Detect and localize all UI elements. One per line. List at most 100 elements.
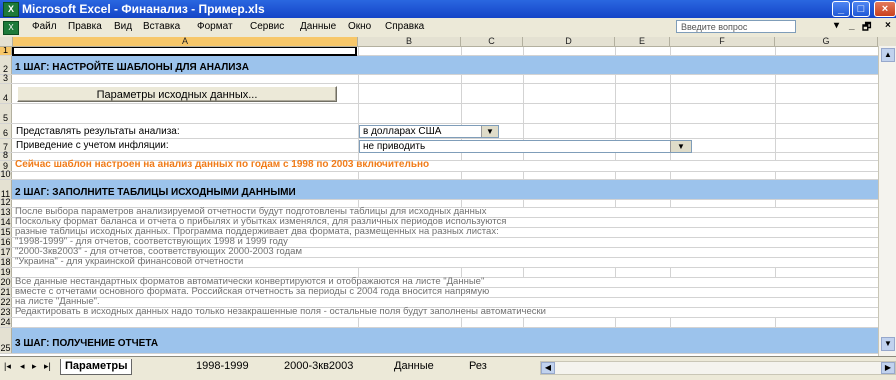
inflation-select[interactable]: не приводить ▼ bbox=[359, 140, 692, 153]
doc-restore-button[interactable]: 🗗 bbox=[862, 20, 871, 37]
row-header[interactable]: 16 bbox=[0, 238, 12, 247]
scroll-right-icon[interactable]: ▶ bbox=[881, 362, 895, 374]
row-header[interactable]: 5 bbox=[0, 104, 12, 123]
template-status-text: Сейчас шаблон настроен на анализ данных … bbox=[15, 159, 430, 170]
tab-data[interactable]: Данные bbox=[390, 359, 438, 374]
menu-insert[interactable]: Вставка bbox=[143, 21, 180, 32]
sheet-row[interactable]: 4 Параметры исходных данных... bbox=[0, 84, 878, 104]
column-header-e[interactable]: E bbox=[615, 37, 670, 46]
row-header[interactable]: 4 bbox=[0, 84, 12, 103]
tab-2000-3q2003[interactable]: 2000-3кв2003 bbox=[280, 359, 357, 374]
menu-bar: X Файл Правка Вид Вставка Формат Сервис … bbox=[0, 18, 896, 38]
menu-data[interactable]: Данные bbox=[300, 21, 336, 32]
row-header[interactable]: 17 bbox=[0, 248, 12, 257]
section-header-row: 25 3 ШАГ: ПОЛУЧЕНИЕ ОТЧЕТА bbox=[0, 328, 878, 354]
excel-app-icon[interactable]: X bbox=[3, 2, 19, 17]
select-all-corner[interactable] bbox=[0, 37, 13, 46]
step2-heading: 2 ШАГ: ЗАПОЛНИТЕ ТАБЛИЦЫ ИСХОДНЫМИ ДАННЫ… bbox=[15, 187, 296, 198]
sheet-tab-bar: |◂ ◂ ▸ ▸| Параметры 1998-1999 2000-3кв20… bbox=[0, 356, 896, 380]
prev-sheet-icon[interactable]: ◂ bbox=[20, 361, 25, 372]
sheet-row[interactable]: 9 Сейчас шаблон настроен на анализ данны… bbox=[0, 159, 878, 172]
menu-help[interactable]: Справка bbox=[385, 21, 424, 32]
info-text: Редактировать в исходных данных надо тол… bbox=[15, 306, 546, 317]
column-headers: A B C D E F G bbox=[0, 37, 896, 47]
menu-view[interactable]: Вид bbox=[114, 21, 132, 32]
close-button[interactable]: × bbox=[874, 1, 896, 17]
title-bar: X Microsoft Excel - Финанализ - Пример.x… bbox=[0, 0, 896, 18]
currency-select-value: в долларах США bbox=[363, 126, 442, 137]
row-header[interactable]: 2 bbox=[0, 56, 12, 74]
next-sheet-icon[interactable]: ▸ bbox=[32, 361, 37, 372]
tab-parameters[interactable]: Параметры bbox=[60, 359, 133, 375]
sheet-row[interactable]: 23 Редактировать в исходных данных надо … bbox=[0, 306, 878, 318]
minimize-button[interactable]: _ bbox=[832, 1, 850, 17]
section-header-row: 11 2 ШАГ: ЗАПОЛНИТЕ ТАБЛИЦЫ ИСХОДНЫМИ ДА… bbox=[0, 180, 878, 200]
column-header-b[interactable]: B bbox=[358, 37, 461, 46]
vertical-scrollbar[interactable]: ▲ ▼ bbox=[878, 46, 896, 356]
last-sheet-icon[interactable]: ▸| bbox=[44, 361, 51, 372]
row-header[interactable]: 12 bbox=[0, 198, 12, 207]
scroll-down-icon[interactable]: ▼ bbox=[881, 337, 895, 351]
row-header[interactable]: 23 bbox=[0, 308, 12, 317]
inflation-select-value: не приводить bbox=[363, 141, 426, 152]
result-currency-label: Представлять результаты анализа: bbox=[16, 126, 180, 137]
menu-format[interactable]: Формат bbox=[197, 21, 233, 32]
horizontal-scrollbar[interactable]: ◀ ▶ bbox=[540, 361, 896, 375]
row-header[interactable]: 22 bbox=[0, 298, 12, 307]
chevron-down-icon[interactable]: ▼ bbox=[481, 126, 498, 137]
tab-results[interactable]: Рез bbox=[465, 359, 491, 374]
sheet-row[interactable]: 7 Приведение с учетом инфляции: не приво… bbox=[0, 139, 878, 153]
row-header[interactable]: 15 bbox=[0, 228, 12, 237]
menu-window[interactable]: Окно bbox=[348, 21, 371, 32]
sheet-row[interactable]: 24 bbox=[0, 318, 878, 328]
row-header[interactable]: 13 bbox=[0, 208, 12, 217]
menu-edit[interactable]: Правка bbox=[68, 21, 102, 32]
doc-close-button[interactable]: × bbox=[885, 20, 891, 31]
column-header-d[interactable]: D bbox=[523, 37, 615, 46]
chevron-down-icon[interactable]: ▼ bbox=[670, 141, 691, 152]
sheet-row[interactable]: 3 bbox=[0, 74, 878, 84]
section-header-row: 2 1 ШАГ: НАСТРОЙТЕ ШАБЛОНЫ ДЛЯ АНАЛИЗА bbox=[0, 56, 878, 75]
sheet-grid[interactable]: 1 2 1 ШАГ: НАСТРОЙТЕ ШАБЛОНЫ ДЛЯ АНАЛИЗА… bbox=[0, 47, 878, 354]
first-sheet-icon[interactable]: |◂ bbox=[4, 361, 11, 372]
tab-1998-1999[interactable]: 1998-1999 bbox=[192, 359, 253, 374]
menu-file[interactable]: Файл bbox=[32, 21, 57, 32]
ask-dropdown-icon[interactable]: ▾ bbox=[834, 20, 839, 31]
inflation-label: Приведение с учетом инфляции: bbox=[16, 140, 169, 151]
sheet-row[interactable]: 18 "Украина" - для украинской финансовой… bbox=[0, 256, 878, 268]
sheet-row[interactable]: 5 bbox=[0, 104, 878, 124]
row-header[interactable]: 25 bbox=[0, 328, 12, 353]
info-text: "Украина" - для украинской финансовой от… bbox=[15, 256, 244, 267]
row-header[interactable]: 24 bbox=[0, 318, 12, 327]
row-header[interactable]: 14 bbox=[0, 218, 12, 227]
step3-heading: 3 ШАГ: ПОЛУЧЕНИЕ ОТЧЕТА bbox=[15, 338, 159, 349]
column-header-g[interactable]: G bbox=[775, 37, 878, 46]
row-header[interactable]: 6 bbox=[0, 124, 12, 138]
row-header[interactable]: 3 bbox=[0, 74, 12, 83]
row-header[interactable]: 19 bbox=[0, 268, 12, 277]
doc-minimize-button[interactable]: _ bbox=[849, 20, 855, 31]
row-header[interactable]: 10 bbox=[0, 170, 12, 179]
scroll-up-icon[interactable]: ▲ bbox=[881, 48, 895, 62]
sheet-row[interactable]: 6 Представлять результаты анализа: в дол… bbox=[0, 124, 878, 139]
row-header[interactable]: 8 bbox=[0, 151, 12, 160]
step1-heading: 1 ШАГ: НАСТРОЙТЕ ШАБЛОНЫ ДЛЯ АНАЛИЗА bbox=[15, 62, 249, 73]
sheet-row[interactable]: 10 bbox=[0, 170, 878, 180]
currency-select[interactable]: в долларах США ▼ bbox=[359, 125, 499, 138]
row-header[interactable]: 21 bbox=[0, 288, 12, 297]
sheet-row[interactable]: 21 вместе с отчетами основного формата. … bbox=[0, 286, 878, 298]
column-header-a[interactable]: A bbox=[13, 37, 358, 46]
source-params-button[interactable]: Параметры исходных данных... bbox=[17, 86, 337, 102]
active-cell-a1[interactable] bbox=[12, 47, 357, 56]
ask-question-input[interactable]: Введите вопрос bbox=[676, 20, 796, 33]
row-header[interactable]: 1 bbox=[0, 47, 12, 55]
column-header-c[interactable]: C bbox=[461, 37, 523, 46]
column-header-f[interactable]: F bbox=[670, 37, 775, 46]
workbook-icon[interactable]: X bbox=[3, 21, 19, 35]
scroll-left-icon[interactable]: ◀ bbox=[541, 362, 555, 374]
row-header[interactable]: 18 bbox=[0, 258, 12, 267]
sheet-row[interactable]: 1 bbox=[0, 47, 878, 56]
maximize-button[interactable]: □ bbox=[852, 1, 870, 17]
row-header[interactable]: 20 bbox=[0, 278, 12, 287]
menu-tools[interactable]: Сервис bbox=[250, 21, 284, 32]
